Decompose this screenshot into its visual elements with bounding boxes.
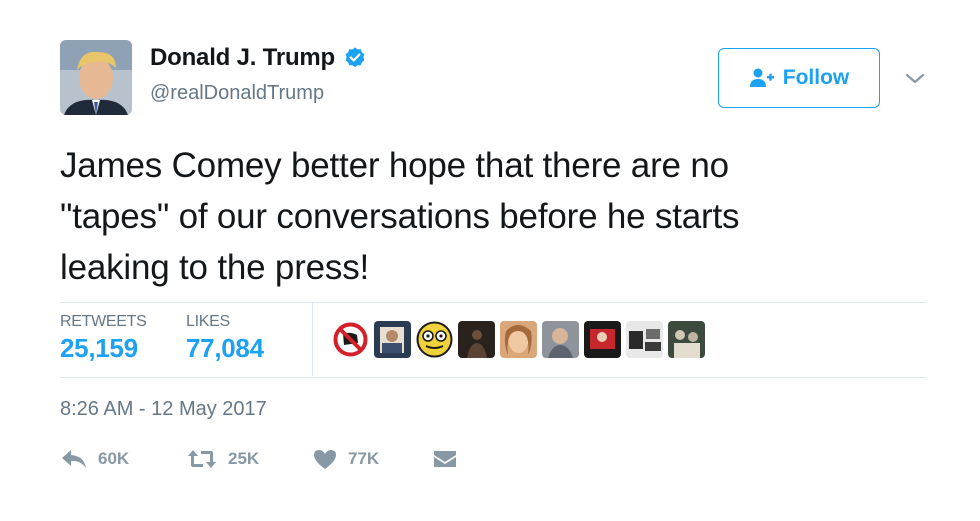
tweet-text-line: James Comey better hope that there are n… <box>60 146 729 185</box>
follow-button[interactable]: Follow <box>718 48 880 108</box>
retweets-stat[interactable]: RETWEETS 25,159 <box>60 313 147 364</box>
retweets-count: 25,159 <box>60 333 138 363</box>
direct-message-button[interactable] <box>432 448 458 470</box>
avatar-image <box>60 40 132 115</box>
liker-avatar[interactable] <box>416 321 453 358</box>
tweet-timestamp[interactable]: 8:26 AM - 12 May 2017 <box>60 398 267 421</box>
author-avatar[interactable] <box>60 40 132 115</box>
liker-avatar[interactable] <box>332 321 369 358</box>
author-name-row: Donald J. Trump <box>150 44 367 72</box>
liker-avatar[interactable] <box>584 321 621 358</box>
liker-avatar[interactable] <box>542 321 579 358</box>
liker-avatar[interactable] <box>374 321 411 358</box>
retweet-button[interactable]: 25K <box>186 448 259 470</box>
tweet-text-line: leaking to the press! <box>60 248 370 287</box>
tweet-stats: RETWEETS 25,159 LIKES 77,084 <box>60 302 926 378</box>
verified-badge-icon <box>345 47 365 68</box>
add-user-icon <box>749 68 774 87</box>
tweet-text: James Comey better hope that there are n… <box>60 140 930 293</box>
likes-stat[interactable]: LIKES 77,084 <box>186 313 264 364</box>
reply-button[interactable]: 60K <box>60 448 129 470</box>
envelope-icon <box>434 451 456 467</box>
author-name[interactable]: Donald J. Trump <box>150 44 335 72</box>
likes-count: 77,084 <box>186 333 264 363</box>
stats-divider <box>312 303 313 376</box>
retweet-count: 25K <box>228 449 260 468</box>
reply-icon <box>62 450 86 468</box>
retweets-label: RETWEETS <box>60 313 147 330</box>
reply-count: 60K <box>98 449 130 468</box>
tweet-text-line: "tapes" of our conversations before he s… <box>60 197 740 236</box>
liker-avatar[interactable] <box>458 321 495 358</box>
retweet-icon <box>188 450 216 468</box>
author-handle[interactable]: @realDonaldTrump <box>150 82 324 105</box>
liker-avatar[interactable] <box>500 321 537 358</box>
likes-label: LIKES <box>186 313 230 330</box>
liker-avatars <box>332 321 705 358</box>
liker-avatar[interactable] <box>668 321 705 358</box>
liker-avatar[interactable] <box>626 321 663 358</box>
like-count: 77K <box>348 449 380 468</box>
chevron-down-icon[interactable] <box>904 72 926 86</box>
follow-label: Follow <box>782 66 850 89</box>
like-button[interactable]: 77K <box>312 448 379 470</box>
heart-icon <box>314 450 336 469</box>
